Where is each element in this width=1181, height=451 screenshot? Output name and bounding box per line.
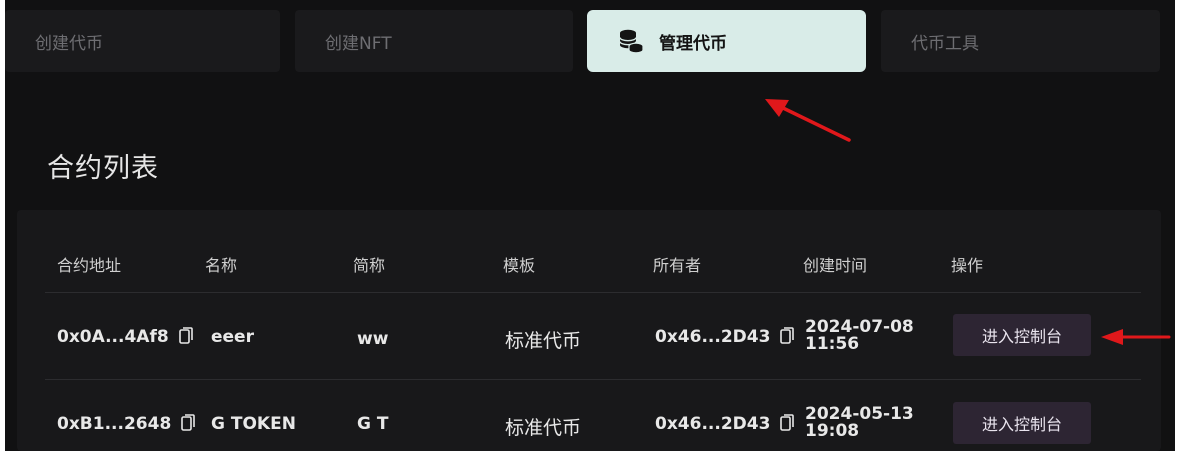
copy-icon[interactable] (181, 414, 196, 437)
tab-label: 创建代币 (35, 33, 103, 54)
token-symbol: G T (357, 414, 389, 434)
column-header-template: 模板 (503, 256, 536, 275)
tab-manage-token[interactable]: 管理代币 (587, 10, 866, 72)
tab-token-tools[interactable]: 代币工具 (881, 10, 1160, 72)
tab-create-nft[interactable]: 创建NFT (295, 10, 573, 72)
page-title: 合约列表 (47, 153, 159, 184)
created-clock: 11:56 (805, 334, 860, 354)
column-header-action: 操作 (951, 256, 984, 275)
token-template: 标准代币 (505, 417, 582, 439)
copy-icon[interactable] (178, 327, 193, 350)
table-header-row: 合约地址 名称 简称 模板 所有者 创建时间 操作 (17, 210, 1161, 290)
copy-icon[interactable] (780, 327, 795, 350)
owner-address: 0x46...2D43 (655, 327, 795, 350)
column-header-symbol: 简称 (353, 256, 386, 275)
enter-console-button[interactable]: 进入控制台 (953, 314, 1091, 356)
contract-address-text: 0x0A...4Af8 (57, 327, 169, 347)
token-name: G TOKEN (211, 414, 296, 434)
tab-label: 代币工具 (911, 33, 979, 54)
token-template: 标准代币 (505, 330, 582, 352)
tab-bar: 创建代币 创建NFT 管理代币 代币工具 (5, 10, 1175, 72)
contract-address-text: 0xB1...2648 (57, 414, 172, 434)
owner-address-text: 0x46...2D43 (655, 414, 771, 434)
token-symbol: ww (357, 329, 389, 349)
enter-console-button[interactable]: 进入控制台 (953, 402, 1091, 444)
created-time: 2024-05-13 19:08 (805, 406, 914, 440)
created-time: 2024-07-08 11:56 (805, 319, 914, 353)
app-window: 创建代币 创建NFT 管理代币 代币工具 合约列表 合约地址 名称 简称 模板 … (5, 0, 1175, 451)
contract-address: 0xB1...2648 (57, 414, 196, 437)
contract-table: 合约地址 名称 简称 模板 所有者 创建时间 操作 0x0A...4Af8 ee… (17, 210, 1161, 451)
created-clock: 19:08 (805, 421, 860, 441)
annotation-arrow-icon (765, 99, 851, 142)
table-row: 0x0A...4Af8 eeer ww 标准代币 0x46...2D43 202… (17, 293, 1161, 379)
tab-create-token[interactable]: 创建代币 (5, 10, 280, 72)
column-header-created-time: 创建时间 (803, 256, 868, 275)
token-name: eeer (211, 327, 254, 347)
tab-label: 创建NFT (325, 33, 392, 54)
annotation-arrow-icon (1101, 329, 1171, 345)
coin-stack-icon (617, 27, 645, 55)
contract-address: 0x0A...4Af8 (57, 327, 193, 350)
table-row: 0xB1...2648 G TOKEN G T 标准代币 0x46...2D43… (17, 380, 1161, 451)
tab-label: 管理代币 (659, 33, 727, 54)
column-header-owner: 所有者 (653, 256, 702, 275)
column-header-address: 合约地址 (57, 256, 122, 275)
copy-icon[interactable] (780, 414, 795, 437)
owner-address-text: 0x46...2D43 (655, 327, 771, 347)
owner-address: 0x46...2D43 (655, 414, 795, 437)
column-header-name: 名称 (205, 256, 238, 275)
